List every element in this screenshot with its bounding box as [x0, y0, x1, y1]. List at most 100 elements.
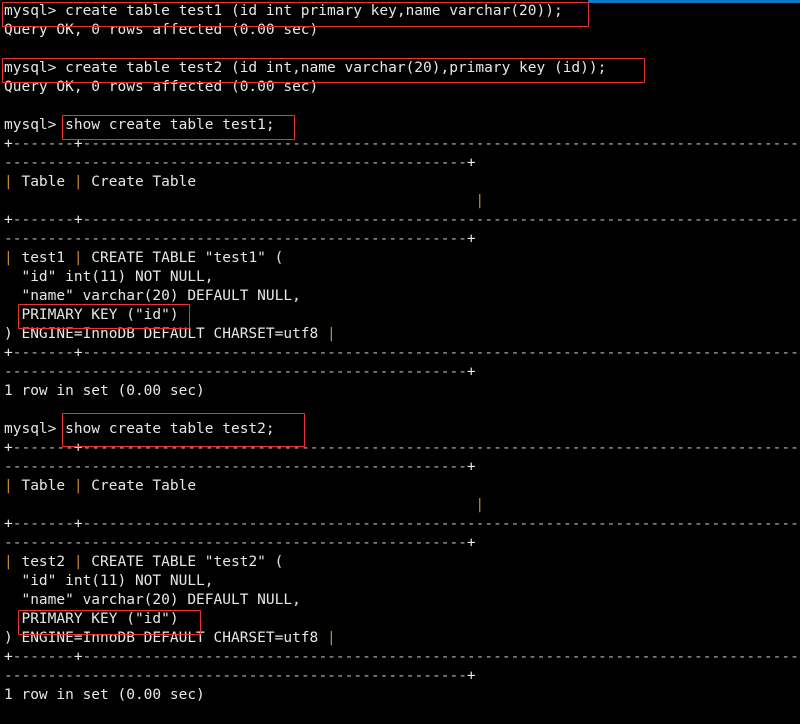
table-rule-glyph: - [379, 155, 389, 171]
terminal-line: | test2 | CREATE TABLE "test2" ( [4, 554, 284, 570]
table-rule-glyph: - [248, 649, 258, 665]
table-rule-glyph: - [169, 459, 179, 475]
terminal-line: | test1 | CREATE TABLE "test1" ( [4, 250, 284, 266]
table-rule-glyph: - [615, 440, 625, 456]
table-rule-glyph: - [763, 212, 773, 228]
terminal-window[interactable]: mysql> create table test1 (id int primar… [0, 0, 800, 724]
table-rule-glyph: - [292, 440, 301, 456]
terminal-line: PRIMARY KEY ("id") [4, 611, 179, 627]
table-rule-glyph: - [38, 364, 48, 380]
table-rule-glyph: - [388, 649, 398, 665]
table-rule-glyph: - [161, 440, 170, 456]
table-rule-glyph: - [231, 649, 240, 665]
table-rule-glyph: - [685, 212, 695, 228]
table-rule-glyph: - [274, 668, 284, 684]
terminal-line: "name" varchar(20) DEFAULT NULL, [4, 592, 301, 608]
table-rule-glyph: - [73, 459, 83, 475]
table-rule-glyph: - [135, 516, 144, 532]
table-rule-glyph: - [169, 535, 179, 551]
table-rule-glyph: - [685, 440, 695, 456]
table-rule-glyph: - [466, 212, 476, 228]
table-rule-glyph: - [126, 231, 136, 247]
terminal-line: +-------+-------------------------------… [4, 344, 800, 363]
table-rule-glyph: - [370, 364, 380, 380]
table-rule-glyph: - [694, 212, 703, 228]
table-rule-glyph: - [187, 231, 197, 247]
table-rule-glyph: - [458, 212, 467, 228]
table-rule-glyph: - [30, 364, 39, 380]
table-rule-glyph: - [248, 345, 258, 361]
table-rule-glyph: - [449, 155, 459, 171]
table-rule-glyph: - [370, 535, 380, 551]
table-rule-glyph: - [239, 516, 249, 532]
table-rule-glyph: - [449, 364, 459, 380]
table-rule-glyph: - [117, 136, 127, 152]
table-rule-glyph: - [370, 668, 380, 684]
table-rule-glyph: - [152, 516, 162, 532]
table-rule-glyph: - [685, 136, 695, 152]
table-rule-glyph: - [327, 668, 336, 684]
table-rule-glyph: - [519, 212, 529, 228]
table-rule-glyph: - [222, 649, 232, 665]
table-rule-glyph: - [318, 668, 328, 684]
table-rule-glyph: - [300, 212, 310, 228]
table-rule-glyph: - [318, 516, 328, 532]
table-rule-glyph: - [327, 155, 336, 171]
terminal-line: Query OK, 0 rows affected (0.00 sec) [4, 79, 319, 95]
terminal-line: +-------+-------------------------------… [4, 648, 800, 667]
table-rule-glyph: - [38, 649, 48, 665]
table-rule-glyph: - [449, 136, 459, 152]
terminal-line: | Table | Create Table [4, 478, 197, 494]
table-rule-glyph: - [536, 212, 546, 228]
table-rule-glyph: - [335, 345, 345, 361]
table-rule-glyph: - [231, 516, 240, 532]
table-rule-glyph: - [248, 155, 258, 171]
table-rule-glyph: - [169, 516, 179, 532]
table-rule-glyph: - [493, 649, 502, 665]
table-rule-glyph: - [335, 668, 345, 684]
table-rule-glyph: - [300, 345, 310, 361]
table-rule-glyph: - [65, 155, 74, 171]
table-rule-glyph: - [283, 649, 293, 665]
table-rule-glyph: - [327, 459, 336, 475]
table-rule-glyph: - [554, 345, 563, 361]
table-rule-glyph: - [563, 440, 572, 456]
table-rule-glyph: - [580, 516, 590, 532]
table-rule-glyph: - [528, 440, 537, 456]
table-rule-glyph: - [108, 231, 118, 247]
table-rule-glyph: - [187, 459, 197, 475]
table-rule-glyph: - [466, 345, 476, 361]
table-rule-glyph: - [353, 440, 363, 456]
table-rule-glyph: - [231, 136, 240, 152]
table-rule-glyph: - [4, 668, 13, 684]
table-rule-glyph: - [152, 440, 162, 456]
table-rule-glyph: - [589, 136, 598, 152]
table-rule-glyph: - [650, 516, 660, 532]
table-rule-glyph: - [763, 345, 773, 361]
table-rule-glyph: - [728, 345, 738, 361]
table-rule-glyph: - [152, 345, 162, 361]
table-rule-glyph: - [204, 440, 214, 456]
table-rule-glyph: - [790, 440, 799, 456]
table-rule-glyph: - [169, 345, 179, 361]
table-rule-glyph: - [117, 459, 127, 475]
table-rule-glyph: - [274, 136, 284, 152]
table-rule-glyph: - [597, 136, 607, 152]
table-rule-glyph: - [519, 516, 529, 532]
table-rule-glyph: - [73, 668, 83, 684]
table-rule-glyph: - [300, 155, 310, 171]
table-rule-glyph: - [728, 212, 738, 228]
table-rule-glyph: - [248, 535, 258, 551]
table-rule-glyph: - [196, 345, 205, 361]
table-rule-glyph: - [790, 649, 799, 665]
table-rule-glyph: - [397, 212, 406, 228]
table-rule-glyph: - [493, 516, 502, 532]
table-rule-glyph: - [353, 136, 363, 152]
table-rule-glyph: - [117, 345, 127, 361]
table-rule-glyph: - [458, 459, 467, 475]
table-corner-glyph: + [73, 136, 83, 152]
table-rule-glyph: - [545, 136, 555, 152]
table-rule-glyph: - [414, 440, 424, 456]
table-rule-glyph: - [196, 668, 205, 684]
table-rule-glyph: - [222, 459, 232, 475]
